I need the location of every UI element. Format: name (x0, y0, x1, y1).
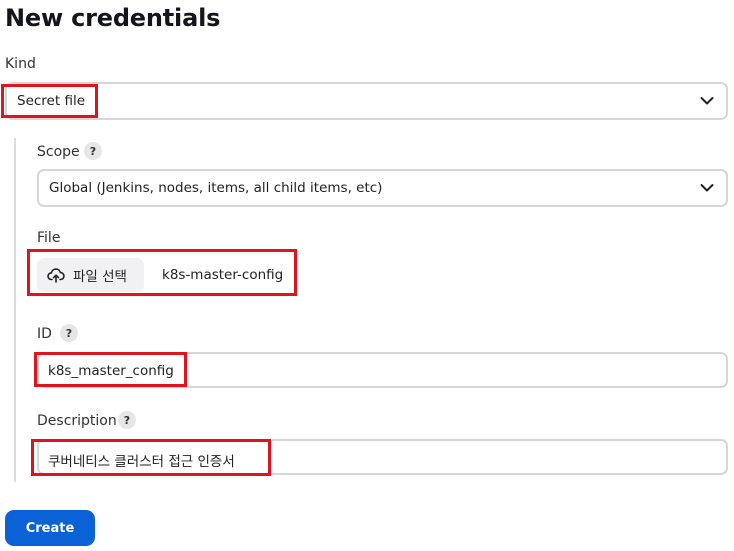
description-highlight-box (31, 439, 271, 476)
kind-highlight-box (1, 84, 98, 118)
file-label: File (37, 230, 61, 246)
chevron-down-icon (700, 97, 714, 105)
page-title: New credentials (5, 4, 221, 32)
section-indent-bar (14, 138, 16, 482)
description-label: Description (37, 413, 117, 429)
scope-select-value: Global (Jenkins, nodes, items, all child… (49, 180, 383, 196)
scope-label: Scope (37, 144, 80, 160)
id-help-icon[interactable]: ? (60, 324, 78, 342)
scope-select[interactable]: Global (Jenkins, nodes, items, all child… (37, 169, 728, 207)
id-highlight-box (34, 352, 187, 387)
kind-select[interactable]: Secret file (5, 82, 728, 120)
id-label: ID (37, 326, 52, 342)
kind-label: Kind (5, 56, 36, 72)
chevron-down-icon (700, 184, 714, 192)
scope-help-icon[interactable]: ? (84, 142, 102, 160)
create-button[interactable]: Create (5, 510, 95, 546)
description-help-icon[interactable]: ? (118, 411, 136, 429)
file-highlight-box (27, 249, 297, 296)
